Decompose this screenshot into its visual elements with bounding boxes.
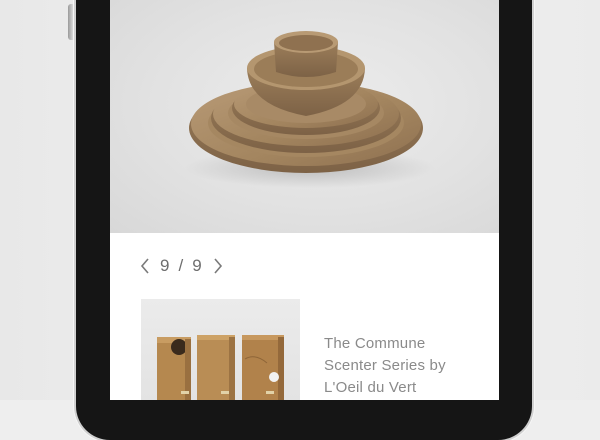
chevron-left-icon[interactable] bbox=[138, 256, 152, 276]
pager-separator: / bbox=[178, 256, 185, 275]
wood-box-3-side bbox=[278, 337, 284, 400]
image-pager: 9 / 9 bbox=[138, 255, 225, 277]
chevron-right-icon[interactable] bbox=[211, 256, 225, 276]
pager-total: 9 bbox=[192, 256, 203, 275]
wood-box-1-side bbox=[185, 339, 191, 400]
cup-inside bbox=[279, 35, 333, 51]
caption-line-3: L'Oeil du Vert bbox=[324, 379, 417, 396]
caption-line-2: Scenter Series by bbox=[324, 357, 446, 374]
wood-box-3-hole bbox=[269, 372, 279, 382]
label-strip-1 bbox=[181, 391, 189, 394]
wood-box-2-side bbox=[229, 337, 235, 400]
label-strip-3 bbox=[266, 391, 274, 394]
related-product-thumbnail[interactable] bbox=[141, 299, 300, 400]
wood-box-3 bbox=[242, 335, 284, 400]
product-hero-image[interactable] bbox=[110, 0, 499, 233]
ceramic-dinnerware-image bbox=[185, 31, 435, 188]
label-strip-2 bbox=[221, 391, 229, 394]
caption-line-1: The Commune bbox=[324, 335, 426, 352]
related-product-caption[interactable]: The Commune Scenter Series by L'Oeil du … bbox=[324, 333, 484, 399]
wooden-scent-boxes-image bbox=[157, 335, 284, 400]
phone-screen: 9 / 9 The Commune Scenter Series by L'Oe… bbox=[110, 0, 499, 400]
phone-side-button bbox=[68, 4, 76, 40]
wood-box-1-hole bbox=[171, 339, 187, 355]
pager-current: 9 bbox=[160, 256, 171, 275]
wood-box-3-top bbox=[242, 335, 284, 340]
